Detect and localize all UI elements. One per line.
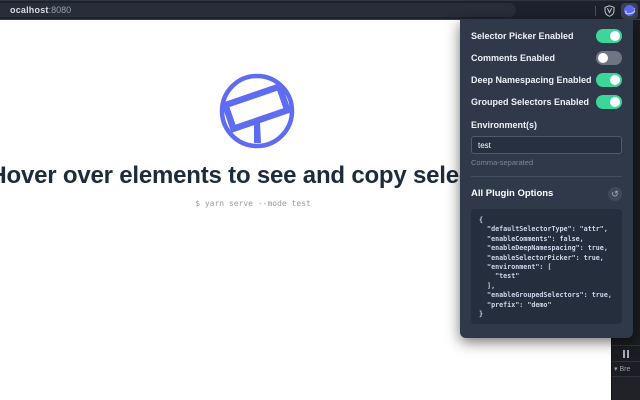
breakpoints-label: Bre — [619, 365, 631, 373]
toggle-row-deep-namespacing: Deep Namespacing Enabled — [471, 69, 622, 91]
comments-toggle[interactable] — [596, 51, 622, 65]
reset-options-button[interactable]: ↺ — [608, 186, 622, 201]
toggle-row-comments: Comments Enabled — [471, 47, 622, 69]
plugin-options-header: All Plugin Options ↺ — [471, 186, 622, 201]
breakpoints-section-header[interactable]: ▾ Bre — [612, 362, 640, 376]
address-host: ocalhost — [10, 5, 49, 15]
selector-picker-toggle[interactable] — [596, 29, 622, 43]
devtools-debugger-controls: ▾ Bre — [612, 345, 640, 400]
browser-window: ocalhost:8080 ▾ Bre Hover over elements… — [0, 0, 640, 400]
devtools-section — [612, 377, 640, 400]
toolbar-separator — [595, 5, 596, 16]
extension-logo-icon — [624, 5, 635, 16]
address-bar[interactable]: ocalhost:8080 — [0, 3, 516, 17]
toggle-label: Selector Picker Enabled — [471, 31, 574, 41]
serve-command-text: $ yarn serve --mode test — [195, 199, 311, 208]
environment-label: Environment(s) — [471, 120, 538, 130]
extension-popup: Selector Picker Enabled Comments Enabled… — [460, 20, 633, 338]
environment-hint: Comma-separated — [471, 158, 534, 167]
grouped-selectors-toggle[interactable] — [596, 95, 622, 109]
toggle-label: Grouped Selectors Enabled — [471, 97, 590, 107]
pause-button[interactable] — [612, 346, 640, 361]
environment-input[interactable] — [471, 136, 622, 154]
plugin-options-json: { "defaultSelectorType": "attr", "enable… — [471, 209, 622, 324]
caret-down-icon: ▾ — [614, 366, 618, 373]
page-heading: Hover over elements to see and copy sele… — [0, 162, 517, 189]
app-logo-icon — [218, 72, 296, 150]
shield-extension-icon[interactable] — [602, 3, 617, 18]
divider — [471, 176, 622, 177]
toggle-row-selector-picker: Selector Picker Enabled — [471, 25, 622, 47]
shield-icon — [604, 4, 615, 17]
toggle-label: Comments Enabled — [471, 53, 556, 63]
reset-icon: ↺ — [611, 188, 619, 199]
toggle-label: Deep Namespacing Enabled — [471, 75, 592, 85]
browser-toolbar: ocalhost:8080 — [0, 0, 640, 20]
selector-extension-icon[interactable] — [621, 2, 638, 19]
deep-namespacing-toggle[interactable] — [596, 73, 622, 87]
toolbar-extensions-area — [595, 1, 638, 20]
toggle-row-grouped-selectors: Grouped Selectors Enabled — [471, 91, 622, 113]
address-port: :8080 — [48, 5, 72, 15]
plugin-options-title: All Plugin Options — [471, 188, 554, 199]
